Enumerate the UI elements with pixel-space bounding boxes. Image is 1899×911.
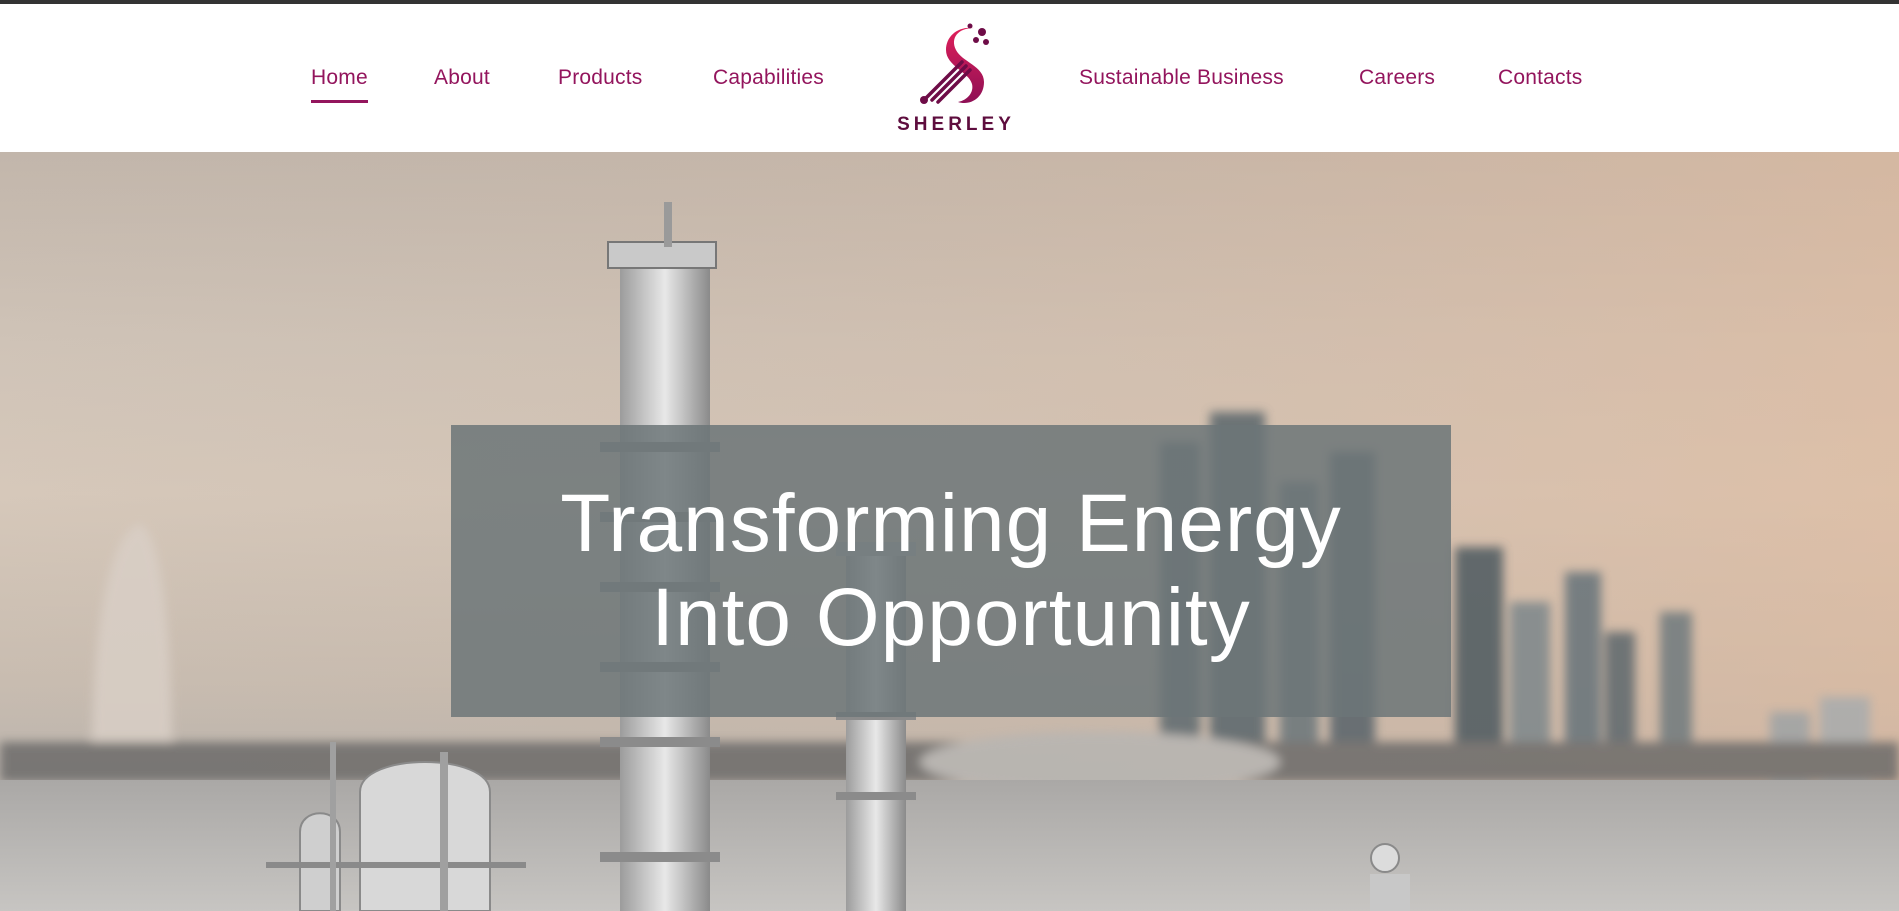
hero-banner: Transforming Energy Into Opportunity: [451, 425, 1451, 717]
nav-sustainable-business[interactable]: Sustainable Business: [1079, 66, 1284, 90]
hero-section: Transforming Energy Into Opportunity: [0, 152, 1899, 911]
nav-careers[interactable]: Careers: [1359, 66, 1435, 90]
hero-title-line1: Transforming Energy: [560, 478, 1342, 569]
logo[interactable]: SHERLEY: [890, 22, 1022, 142]
site-header: Home About Products Capabilities SHERLEY…: [0, 4, 1899, 152]
nav-capabilities[interactable]: Capabilities: [713, 66, 824, 90]
logo-text: SHERLEY: [897, 114, 1015, 135]
nav-contacts[interactable]: Contacts: [1498, 66, 1582, 90]
hero-title-line2: Into Opportunity: [651, 572, 1251, 663]
nav-home[interactable]: Home: [311, 66, 368, 103]
sherley-logo-icon: [920, 23, 989, 104]
nav-products[interactable]: Products: [558, 66, 642, 90]
hero-title: Transforming Energy Into Opportunity: [451, 477, 1451, 665]
nav-about[interactable]: About: [434, 66, 490, 90]
